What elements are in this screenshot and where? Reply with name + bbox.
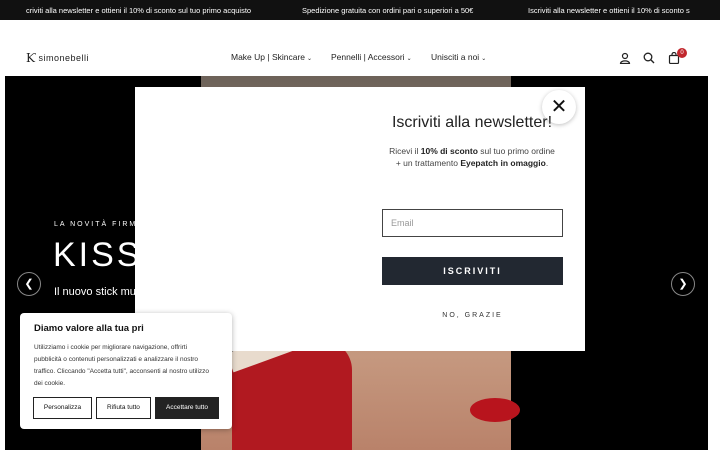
- newsletter-offer-text: Ricevi il 10% di sconto sul tuo primo or…: [350, 146, 594, 156]
- logo-mark-icon: Ƙ: [26, 51, 36, 65]
- decline-link[interactable]: NO, GRAZIE: [382, 312, 563, 319]
- cookie-accept-button[interactable]: Accettare tutto: [155, 397, 219, 419]
- site-header: Ƙ simonebelli Make Up | Skincare ⌄ Pennel…: [0, 40, 720, 76]
- chevron-down-icon: ⌄: [406, 56, 412, 62]
- cart-count-badge: 0: [677, 48, 687, 58]
- logo-text: simonebelli: [38, 53, 89, 63]
- nav-item-unisciti[interactable]: Unisciti a noi ⌄: [431, 52, 486, 62]
- nav-label: Pennelli | Accessori: [331, 52, 405, 62]
- chevron-down-icon: ⌄: [481, 56, 487, 62]
- text-fragment: + un trattamento: [395, 158, 461, 168]
- announcement-item[interactable]: Iscriviti alla newsletter e ottieni il 1…: [528, 6, 690, 15]
- newsletter-title: Iscriviti alla newsletter!: [391, 114, 553, 131]
- nav-label: Make Up | Skincare: [231, 52, 306, 62]
- nav-item-makeup[interactable]: Make Up | Skincare ⌄: [231, 52, 312, 62]
- announcement-bar: criviti alla newsletter e ottieni il 10%…: [0, 0, 720, 20]
- cookie-banner: Diamo valore alla tua pri Utilizziamo i …: [20, 313, 232, 429]
- logo[interactable]: Ƙ simonebelli: [26, 52, 89, 64]
- chevron-right-icon: ❯: [678, 278, 688, 290]
- search-icon[interactable]: [643, 52, 655, 64]
- hero-title: KISS: [53, 236, 143, 274]
- text-fragment: .: [545, 158, 549, 168]
- cookie-text: Utilizziamo i cookie per migliorare navi…: [34, 344, 210, 387]
- newsletter-gift-text: + un trattamento Eyepatch in omaggio.: [350, 158, 594, 168]
- cookie-title: Diamo valore alla tua pri: [34, 323, 144, 334]
- account-icon[interactable]: [619, 52, 631, 64]
- nav-item-pennelli[interactable]: Pennelli | Accessori ⌄: [331, 52, 412, 62]
- text-fragment: sul tuo primo ordine: [477, 146, 555, 156]
- text-fragment-bold: Eyepatch in omaggio: [460, 158, 546, 168]
- subscribe-button[interactable]: ISCRIVITI: [382, 257, 563, 285]
- cookie-reject-button[interactable]: Rifiuta tutto: [96, 397, 151, 419]
- text-fragment-bold: 10% di sconto: [420, 146, 478, 156]
- carousel-prev-button[interactable]: ❮: [17, 272, 41, 296]
- announcement-item[interactable]: criviti alla newsletter e ottieni il 10%…: [26, 6, 251, 15]
- text-fragment: Ricevi il: [389, 146, 421, 156]
- nav-label: Unisciti a noi: [431, 52, 480, 62]
- chevron-down-icon: ⌄: [307, 56, 313, 62]
- email-input[interactable]: [382, 209, 563, 237]
- chevron-left-icon: ❮: [24, 278, 34, 290]
- carousel-next-button[interactable]: ❯: [671, 272, 695, 296]
- hero-subtitle: Il nuovo stick multi: [54, 286, 144, 298]
- cookie-customize-button[interactable]: Personalizza: [33, 397, 92, 419]
- hero-image-detail: [470, 398, 520, 422]
- announcement-item[interactable]: Spedizione gratuita con ordini pari o su…: [302, 6, 473, 15]
